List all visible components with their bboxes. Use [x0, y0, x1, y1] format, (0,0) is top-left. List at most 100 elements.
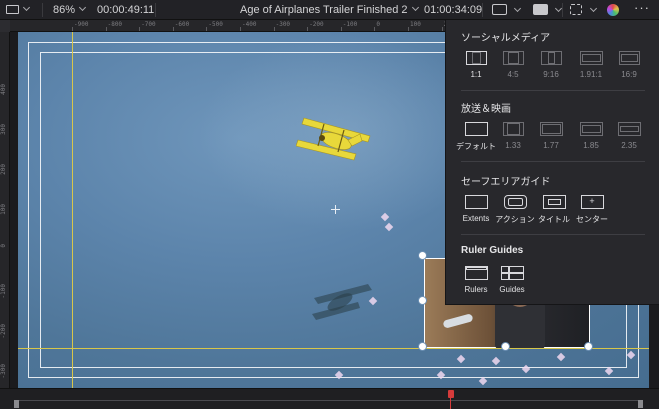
timeline-name: Age of Airplanes Trailer Finished 2 — [240, 4, 408, 16]
ruler-guide-horizontal[interactable] — [18, 348, 649, 349]
toolbar-divider — [482, 3, 483, 17]
safe-area-guide-title: セーフエリアガイド — [461, 177, 551, 188]
option-label: 1.77 — [543, 141, 559, 150]
record-timecode: 01:00:34:09 — [424, 4, 483, 16]
option-extents[interactable]: Extents — [458, 195, 494, 223]
ruler-tick-label: -100 — [342, 21, 358, 28]
ruler-tick-label: 0 — [0, 244, 7, 248]
option-label: 1.85 — [583, 141, 599, 150]
option-title[interactable]: タイトル — [536, 195, 572, 225]
option-9-16[interactable]: 9:16 — [536, 51, 566, 79]
center-marker — [331, 205, 340, 214]
option-1-91-1[interactable]: 1.91:1 — [574, 51, 608, 79]
transform-handle[interactable] — [418, 251, 427, 260]
more-icon[interactable]: ··· — [634, 0, 650, 18]
option-label: 1:1 — [470, 70, 482, 79]
section-divider — [461, 234, 645, 235]
ruler-tick-label: -700 — [141, 21, 156, 28]
ruler-tick — [105, 27, 107, 31]
zoom-value: 86% — [53, 4, 76, 16]
ruler-tick-label: -400 — [242, 21, 257, 28]
ruler-guides-title: Ruler Guides — [461, 245, 524, 256]
option-label: Rulers — [464, 285, 488, 294]
transform-icon[interactable] — [570, 4, 582, 15]
ruler-tick-label: -600 — [174, 21, 190, 28]
timeline-name-dropdown[interactable]: Age of Airplanes Trailer Finished 2 — [240, 0, 419, 20]
playhead-line — [450, 397, 451, 409]
transform-handle[interactable] — [584, 342, 593, 351]
ruler-tick-label: -200 — [0, 324, 7, 339]
ruler-tick — [273, 27, 275, 31]
ruler-guide-vertical[interactable] — [72, 32, 73, 388]
option-label: アクション — [495, 215, 535, 224]
monitor-layout-icon — [6, 5, 19, 14]
left-ruler[interactable]: 4003002001000-100-200-300-400 — [0, 32, 10, 388]
option-label: デフォルト — [456, 142, 496, 151]
ruler-tick — [72, 27, 73, 31]
option-4-5[interactable]: 4:5 — [498, 51, 528, 79]
transform-handle[interactable] — [418, 296, 427, 305]
option-1-77[interactable]: 1.77 — [536, 122, 566, 150]
option-label: センター — [576, 215, 608, 224]
toolbar-divider — [42, 3, 43, 17]
source-timecode: 00:00:49:11 — [97, 4, 155, 16]
social-media-title: ソーシャルメディア — [461, 33, 551, 44]
ruler-tick-label: -100 — [0, 284, 7, 299]
ruler-tick — [307, 27, 309, 31]
chevron-down-icon[interactable] — [589, 4, 598, 13]
viewer-mode-icon[interactable] — [492, 4, 507, 15]
option-label: 16:9 — [621, 70, 637, 79]
option-label: 1.33 — [505, 141, 521, 150]
ruler-tick-label: 0 — [376, 21, 381, 28]
timeline-in-marker[interactable] — [14, 400, 19, 408]
timeline-track[interactable] — [18, 400, 641, 401]
ruler-tick-label: 400 — [0, 84, 7, 95]
ruler-tick — [441, 27, 443, 31]
ruler-tick-label: -200 — [309, 21, 324, 28]
playhead[interactable] — [448, 390, 454, 398]
transform-handle[interactable] — [418, 342, 427, 351]
timeline-out-marker[interactable] — [638, 400, 643, 408]
chevron-down-icon[interactable] — [554, 4, 563, 13]
pip-model-plane — [442, 313, 474, 329]
option-action[interactable]: アクション — [494, 195, 536, 225]
ruler-tick — [340, 27, 342, 31]
ruler-tick-label: -900 — [74, 21, 89, 28]
option-label: 2.35 — [621, 141, 637, 150]
ruler-tick — [240, 27, 241, 31]
ruler-tick-label: -800 — [107, 21, 123, 28]
viewer-toolbar: 86% 00:00:49:11 Age of Airplanes Trailer… — [0, 0, 659, 20]
ruler-corner — [0, 20, 10, 32]
option-label: Guides — [499, 285, 525, 294]
option-2-35[interactable]: 2.35 — [614, 122, 644, 150]
option-guides[interactable]: Guides — [496, 266, 528, 294]
option-1-1[interactable]: 1:1 — [461, 51, 491, 79]
mini-timeline[interactable] — [0, 388, 659, 409]
safe-area-popup: ソーシャルメディア 1:1 4:5 9:16 1.91:1 16:9 放送＆映画… — [445, 20, 659, 305]
transform-handle[interactable] — [501, 342, 510, 351]
option-1-85[interactable]: 1.85 — [576, 122, 606, 150]
safe-area-icon[interactable] — [533, 4, 548, 15]
option-16-9[interactable]: 16:9 — [614, 51, 644, 79]
viewer-layout-dropdown[interactable] — [6, 0, 31, 20]
option-label: 9:16 — [543, 70, 559, 79]
chevron-down-icon[interactable] — [513, 4, 522, 13]
ruler-tick — [172, 27, 174, 31]
ruler-tick — [408, 27, 409, 31]
ruler-tick — [374, 27, 376, 31]
ruler-tick-label: 300 — [0, 124, 7, 135]
option-label: Extents — [462, 214, 490, 223]
option-center[interactable]: + センター — [574, 195, 610, 225]
option-default[interactable]: デフォルト — [456, 122, 496, 152]
option-1-33[interactable]: 1.33 — [498, 122, 528, 150]
ruler-tick-label: -300 — [275, 21, 291, 28]
color-wheel-icon[interactable] — [607, 4, 619, 16]
option-label: 4:5 — [507, 70, 519, 79]
zoom-dropdown[interactable]: 86% — [53, 0, 87, 20]
section-divider — [461, 90, 645, 91]
option-rulers[interactable]: Rulers — [460, 266, 492, 294]
ruler-tick-label: 200 — [0, 164, 7, 175]
toolbar-divider — [155, 3, 156, 17]
ruler-tick-label: -500 — [208, 21, 223, 28]
ruler-tick-label: 100 — [410, 21, 421, 28]
